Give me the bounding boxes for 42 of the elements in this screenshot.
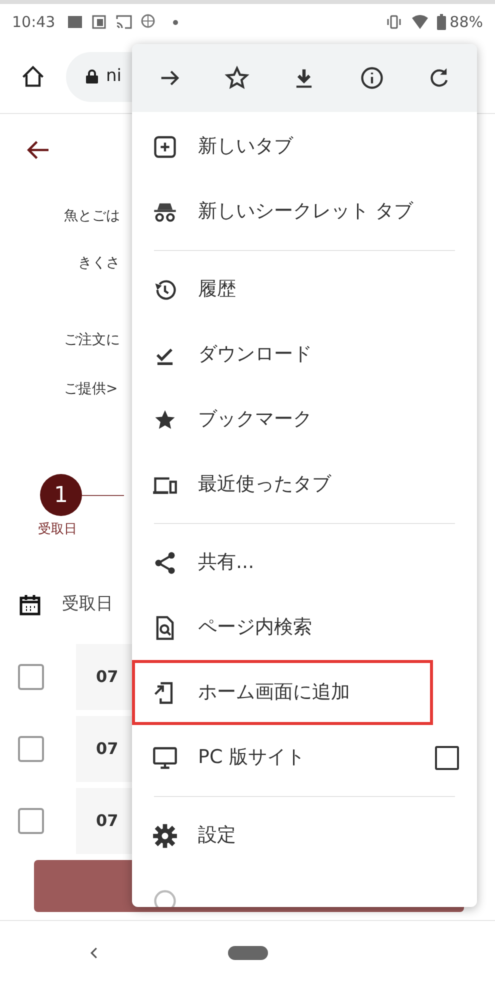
menu-item[interactable]: 最近使ったタブ <box>132 452 469 517</box>
page-text: ご提供> <box>63 380 118 399</box>
page-text: 魚とごは <box>63 207 120 226</box>
home-pill-icon[interactable] <box>228 946 268 960</box>
globe-icon <box>141 14 158 30</box>
monitor-icon <box>152 744 178 770</box>
page-text: きくさ <box>77 254 120 273</box>
row-checkbox[interactable] <box>18 664 44 690</box>
menu-item[interactable]: 履歴 <box>132 257 469 322</box>
lock-icon <box>86 69 98 84</box>
settings-icon <box>152 822 178 848</box>
row-checkbox[interactable] <box>18 808 44 834</box>
back-icon[interactable] <box>90 946 98 960</box>
plus-square-icon <box>152 134 178 160</box>
calendar-icon <box>18 592 42 617</box>
menu-item[interactable]: 設定 <box>132 803 469 868</box>
clock-time: 10:43 <box>12 12 56 33</box>
notification-icon <box>91 14 108 30</box>
menu-item[interactable]: ホーム画面に追加 <box>132 660 433 725</box>
menu-item[interactable]: ブックマーク <box>132 387 469 452</box>
menu-item[interactable]: 新しいタブ <box>132 114 469 179</box>
menu-item[interactable]: 共有... <box>132 530 469 595</box>
menu-item[interactable]: PC 版サイト <box>132 725 469 790</box>
step-number: 1 <box>40 474 82 516</box>
step-label: 受取日 <box>37 521 77 539</box>
menu-item[interactable]: 新しいシークレット タブ <box>132 179 469 244</box>
image-icon <box>67 14 84 30</box>
wifi-icon <box>410 14 429 30</box>
checkbox[interactable] <box>435 746 459 770</box>
cast-icon <box>115 14 134 30</box>
vibrate-icon <box>384 15 403 29</box>
info-icon[interactable] <box>358 65 385 91</box>
home-icon[interactable] <box>20 64 46 90</box>
row-checkbox[interactable] <box>18 736 44 762</box>
menu-item[interactable]: ダウンロード <box>132 322 469 387</box>
battery-percent: 88% <box>450 12 483 33</box>
star-icon[interactable] <box>224 65 250 91</box>
page-text: ご注文に <box>63 331 120 350</box>
help-icon <box>152 888 178 907</box>
menu-item[interactable]: ページ内検索 <box>132 595 469 660</box>
date-header: 受取日 <box>62 593 113 616</box>
battery-icon <box>436 14 446 30</box>
